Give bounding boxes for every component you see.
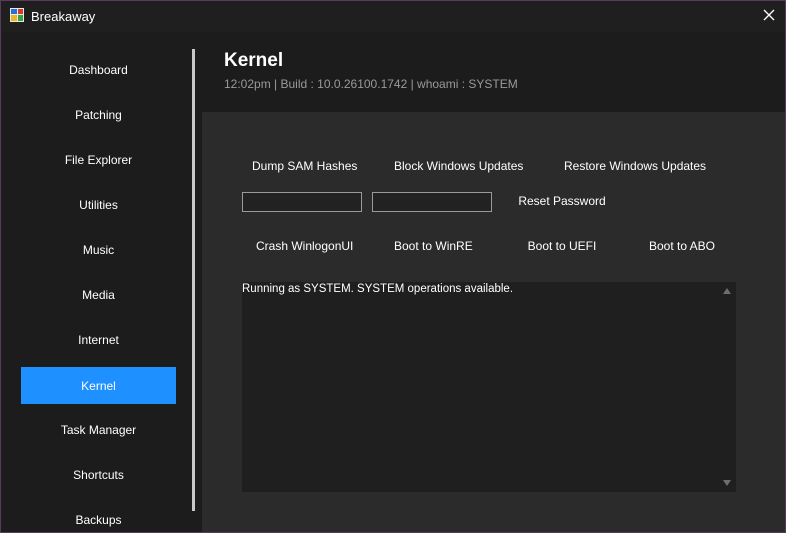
sidebar-item-backups[interactable]: Backups — [21, 501, 176, 532]
scroll-up-icon[interactable] — [723, 288, 731, 294]
app-window: Breakaway Dashboard Patching File Explor… — [0, 0, 786, 533]
new-password-field[interactable] — [372, 192, 492, 212]
dump-sam-hashes-button[interactable]: Dump SAM Hashes — [252, 156, 357, 176]
output-log[interactable]: Running as SYSTEM. SYSTEM operations ava… — [242, 282, 736, 492]
sidebar-item-shortcuts[interactable]: Shortcuts — [21, 456, 176, 493]
app-grid-icon — [10, 8, 24, 22]
title-bar[interactable]: Breakaway — [1, 1, 785, 32]
block-windows-updates-button[interactable]: Block Windows Updates — [394, 156, 523, 176]
close-icon — [763, 8, 775, 26]
scroll-down-icon[interactable] — [723, 480, 731, 486]
sidebar-item-patching[interactable]: Patching — [21, 96, 176, 133]
close-button[interactable] — [753, 1, 785, 32]
reset-password-button[interactable]: Reset Password — [518, 191, 606, 211]
page-title: Kernel — [224, 50, 284, 71]
boot-to-abo-button[interactable]: Boot to ABO — [648, 236, 716, 256]
sidebar: Dashboard Patching File Explorer Utiliti… — [1, 32, 197, 532]
restore-windows-updates-button[interactable]: Restore Windows Updates — [564, 156, 706, 176]
page-subtitle: 12:02pm | Build : 10.0.26100.1742 | whoa… — [224, 77, 518, 91]
sidebar-item-media[interactable]: Media — [21, 276, 176, 313]
sidebar-item-utilities[interactable]: Utilities — [21, 186, 176, 223]
page-header: Kernel 12:02pm | Build : 10.0.26100.1742… — [202, 32, 785, 112]
sidebar-item-file-explorer[interactable]: File Explorer — [21, 141, 176, 178]
sidebar-item-kernel[interactable]: Kernel — [21, 367, 176, 404]
sidebar-item-music[interactable]: Music — [21, 231, 176, 268]
username-field[interactable] — [242, 192, 362, 212]
window-title: Breakaway — [31, 9, 96, 24]
crash-winlogonui-button[interactable]: Crash WinlogonUI — [256, 236, 353, 256]
sidebar-item-task-manager[interactable]: Task Manager — [21, 411, 176, 448]
kernel-panel: Dump SAM Hashes Block Windows Updates Re… — [202, 112, 785, 532]
output-scrollbar[interactable] — [719, 282, 736, 492]
output-log-text: Running as SYSTEM. SYSTEM operations ava… — [242, 283, 514, 295]
sidebar-item-internet[interactable]: Internet — [21, 321, 176, 358]
boot-to-winre-button[interactable]: Boot to WinRE — [394, 236, 473, 256]
boot-to-uefi-button[interactable]: Boot to UEFI — [527, 236, 597, 256]
sidebar-item-dashboard[interactable]: Dashboard — [21, 51, 176, 88]
sidebar-divider[interactable] — [192, 49, 195, 511]
